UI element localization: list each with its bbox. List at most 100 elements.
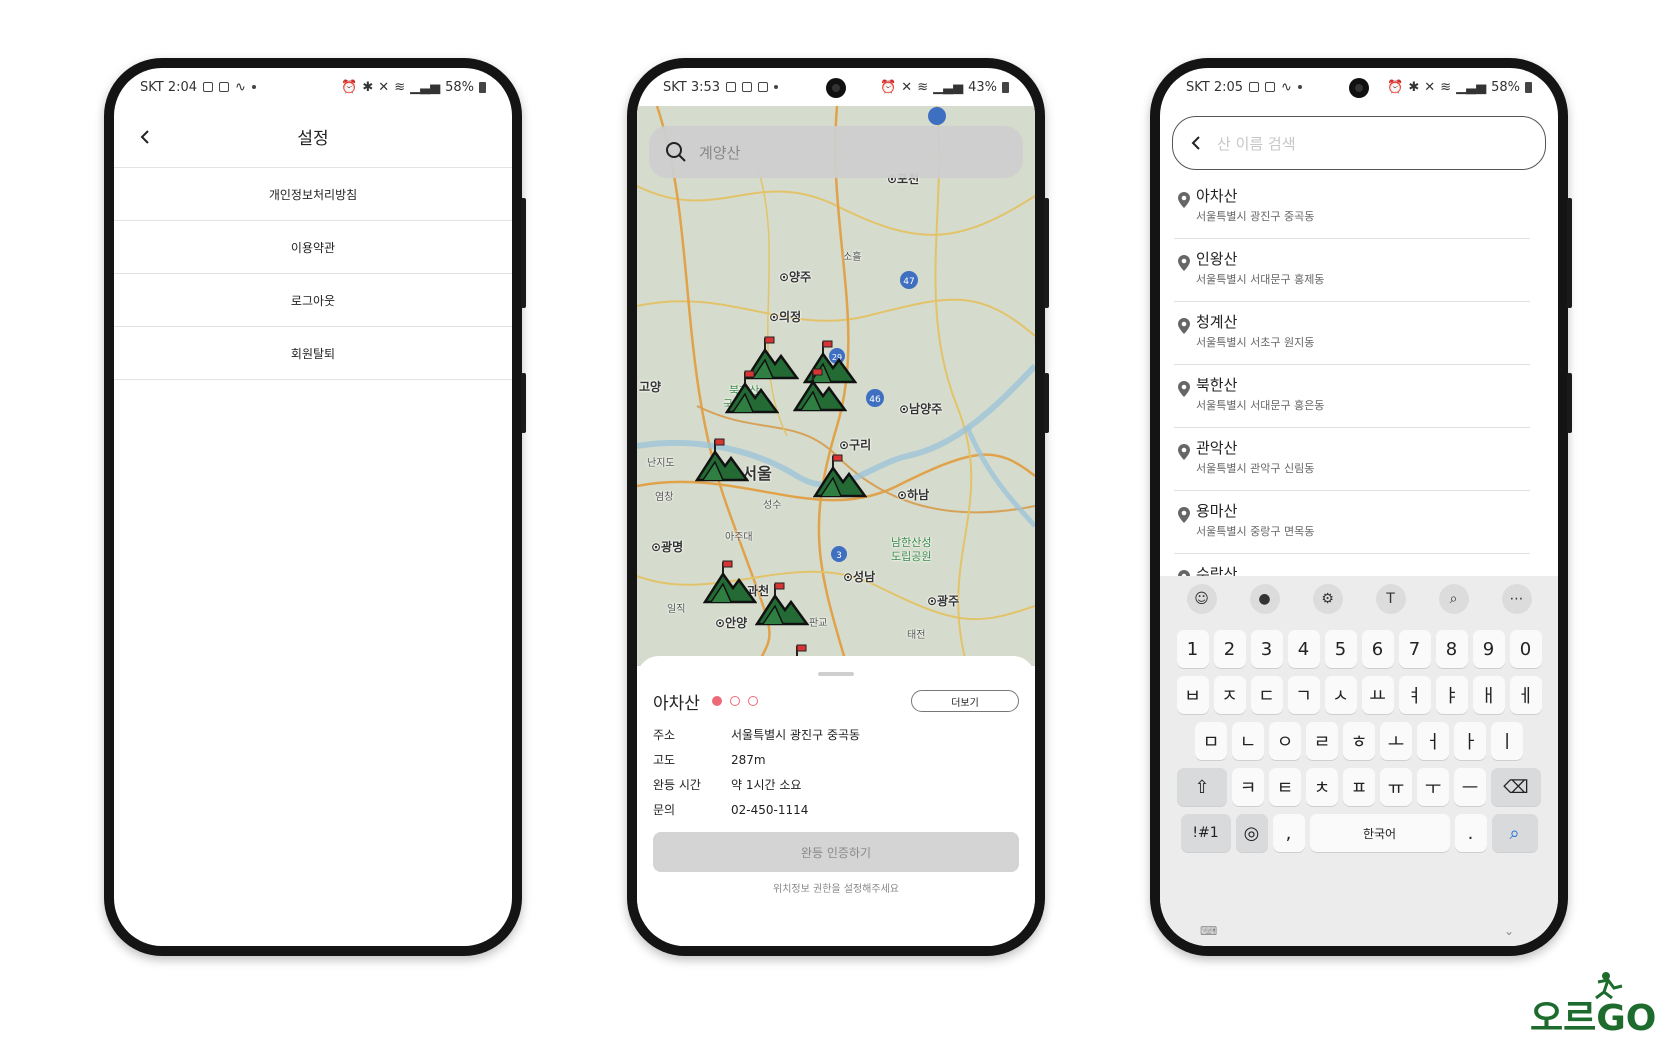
map-label-nanjido: 난지도 — [647, 458, 675, 469]
mic-icon[interactable]: ● — [1249, 584, 1280, 614]
handwriting-icon[interactable]: T — [1375, 584, 1406, 614]
key[interactable]: 9 — [1472, 630, 1505, 668]
front-camera — [1349, 78, 1369, 98]
map-label-gwangmyeong: ⊙광명 — [651, 540, 684, 554]
key[interactable]: ㅣ — [1491, 722, 1523, 760]
key[interactable]: ㅔ — [1509, 676, 1542, 714]
list-item[interactable]: 북한산 서울특별시 서대문구 홍은동 — [1174, 365, 1530, 428]
keyboard-row-1: ㅂㅈㄷㄱㅅㅛㅕㅑㅐㅔ — [1160, 676, 1558, 714]
kb-search-icon[interactable]: ⌕ — [1438, 584, 1469, 614]
list-item[interactable]: 청계산 서울특별시 서초구 원지동 — [1174, 302, 1530, 365]
map-search-bar[interactable]: 계양산 — [649, 126, 1023, 178]
mountain-marker-icon[interactable] — [703, 558, 757, 606]
language-globe-icon[interactable]: ◎ — [1235, 814, 1268, 852]
list-item[interactable]: 인왕산 서울특별시 서대문구 홍제동 — [1174, 239, 1530, 302]
sheet-handle[interactable] — [818, 672, 854, 676]
keyboard-switch-icon[interactable]: ⌨ — [1200, 924, 1217, 942]
key[interactable]: ㅂ — [1176, 676, 1209, 714]
key[interactable]: ㄴ — [1232, 722, 1264, 760]
key[interactable]: ㅏ — [1454, 722, 1486, 760]
symbols-key[interactable]: !#1 — [1180, 814, 1231, 852]
mountain-marker-icon[interactable] — [813, 452, 867, 500]
page-dot[interactable] — [729, 696, 740, 706]
more-notif-icon — [1297, 85, 1302, 89]
key[interactable]: ㅐ — [1472, 676, 1505, 714]
map-view[interactable]: ⊙포천 소흘 ⊙양주 ⊙의정 고양 북한산 국립공원 ⊙남양주 ⊙구리 난지도 … — [637, 106, 1035, 666]
mountain-search-field[interactable]: 산 이름 검색 — [1172, 116, 1546, 170]
page-dot[interactable] — [747, 696, 758, 706]
list-item[interactable]: 용마산 서울특별시 중랑구 면목동 — [1174, 491, 1530, 554]
key[interactable]: ㅗ — [1380, 722, 1412, 760]
kb-more-icon[interactable]: ⋯ — [1501, 584, 1532, 614]
key[interactable]: ㅋ — [1232, 768, 1264, 806]
key[interactable]: 7 — [1398, 630, 1431, 668]
list-item[interactable]: 아차산 서울특별시 광진구 중곡동 — [1174, 176, 1530, 239]
menu-withdraw[interactable]: 회원탈퇴 — [114, 327, 512, 380]
battery-text: 58% — [445, 79, 474, 95]
mountain-marker-icon[interactable] — [755, 580, 809, 628]
menu-terms[interactable]: 이용약관 — [114, 221, 512, 274]
result-name: 인왕산 — [1196, 250, 1238, 268]
list-item[interactable]: 관악산 서울특별시 관악구 신림동 — [1174, 428, 1530, 491]
key[interactable]: 3 — [1250, 630, 1283, 668]
key[interactable]: 8 — [1435, 630, 1468, 668]
key[interactable]: ㅕ — [1398, 676, 1431, 714]
bluetooth-icon: ✱ — [362, 79, 374, 95]
key[interactable]: ㄱ — [1287, 676, 1320, 714]
key[interactable]: ㅛ — [1361, 676, 1394, 714]
key[interactable]: ㅌ — [1269, 768, 1301, 806]
back-chevron-icon[interactable] — [1191, 136, 1201, 150]
key[interactable]: ㅡ — [1454, 768, 1486, 806]
search-key[interactable]: ⌕ — [1491, 814, 1538, 852]
battery-icon — [1002, 81, 1009, 93]
key[interactable]: ㄷ — [1250, 676, 1283, 714]
hiker-icon — [1595, 972, 1623, 1000]
more-button[interactable]: 더보기 — [911, 690, 1019, 712]
key[interactable]: 1 — [1176, 630, 1209, 668]
shift-key[interactable]: ⇧ — [1177, 768, 1227, 806]
result-address: 서울특별시 관악구 신림동 — [1196, 462, 1315, 475]
result-name: 아차산 — [1196, 187, 1238, 205]
backspace-key[interactable]: ⌫ — [1491, 768, 1541, 806]
back-button[interactable] — [132, 124, 158, 150]
period-key[interactable]: . — [1454, 814, 1487, 852]
key[interactable]: ㅅ — [1324, 676, 1357, 714]
battery-icon — [1525, 81, 1532, 93]
emoji-icon[interactable]: ☺ — [1186, 584, 1217, 614]
key[interactable]: ㅇ — [1269, 722, 1301, 760]
signal-icon: ▁▃▅ — [410, 79, 441, 95]
mountain-marker-icon[interactable] — [695, 436, 749, 484]
key[interactable]: ㅁ — [1195, 722, 1227, 760]
wifi-call-icon: ∿ — [1281, 79, 1292, 95]
certify-summit-button[interactable]: 완등 인증하기 — [653, 832, 1019, 872]
hide-keyboard-icon[interactable]: ⌄ — [1504, 924, 1514, 942]
key[interactable]: ㅎ — [1343, 722, 1375, 760]
map-label-pangyo: 판교 — [809, 618, 828, 629]
key[interactable]: 5 — [1324, 630, 1357, 668]
key[interactable]: ㅍ — [1343, 768, 1375, 806]
page-dot-active[interactable] — [711, 696, 722, 706]
mountain-marker-icon[interactable] — [725, 368, 779, 416]
comma-key[interactable]: , — [1272, 814, 1305, 852]
key[interactable]: ㅑ — [1435, 676, 1468, 714]
key[interactable]: ㅈ — [1213, 676, 1246, 714]
key[interactable]: 4 — [1287, 630, 1320, 668]
key[interactable]: ㅊ — [1306, 768, 1338, 806]
space-key[interactable]: 한국어 — [1309, 814, 1450, 852]
key[interactable]: ㄹ — [1306, 722, 1338, 760]
key[interactable]: ㅓ — [1417, 722, 1449, 760]
key[interactable]: 6 — [1361, 630, 1394, 668]
key[interactable]: ㅜ — [1417, 768, 1449, 806]
mountain-marker-icon[interactable] — [793, 366, 847, 414]
menu-logout[interactable]: 로그아웃 — [114, 274, 512, 327]
info-row-duration: 완등 시간 약 1시간 소요 — [653, 778, 802, 792]
search-placeholder: 계양산 — [699, 143, 741, 162]
menu-privacy-policy[interactable]: 개인정보처리방침 — [114, 168, 512, 221]
key[interactable]: ㅠ — [1380, 768, 1412, 806]
key[interactable]: 2 — [1213, 630, 1246, 668]
keyboard: ☺ ● ⚙ T ⌕ ⋯ 1234567890 ㅂㅈㄷㄱㅅㅛㅕㅑㅐㅔ ㅁㄴㅇㄹㅎㅗ… — [1160, 576, 1558, 946]
key[interactable]: 0 — [1509, 630, 1542, 668]
mountain-info: 주소 서울특별시 광진구 중곡동 고도 287m 완등 시간 약 1시간 소요 문의 0… — [653, 722, 1019, 822]
list-item[interactable]: 수락산 — [1174, 554, 1530, 576]
settings-gear-icon[interactable]: ⚙ — [1312, 584, 1343, 614]
